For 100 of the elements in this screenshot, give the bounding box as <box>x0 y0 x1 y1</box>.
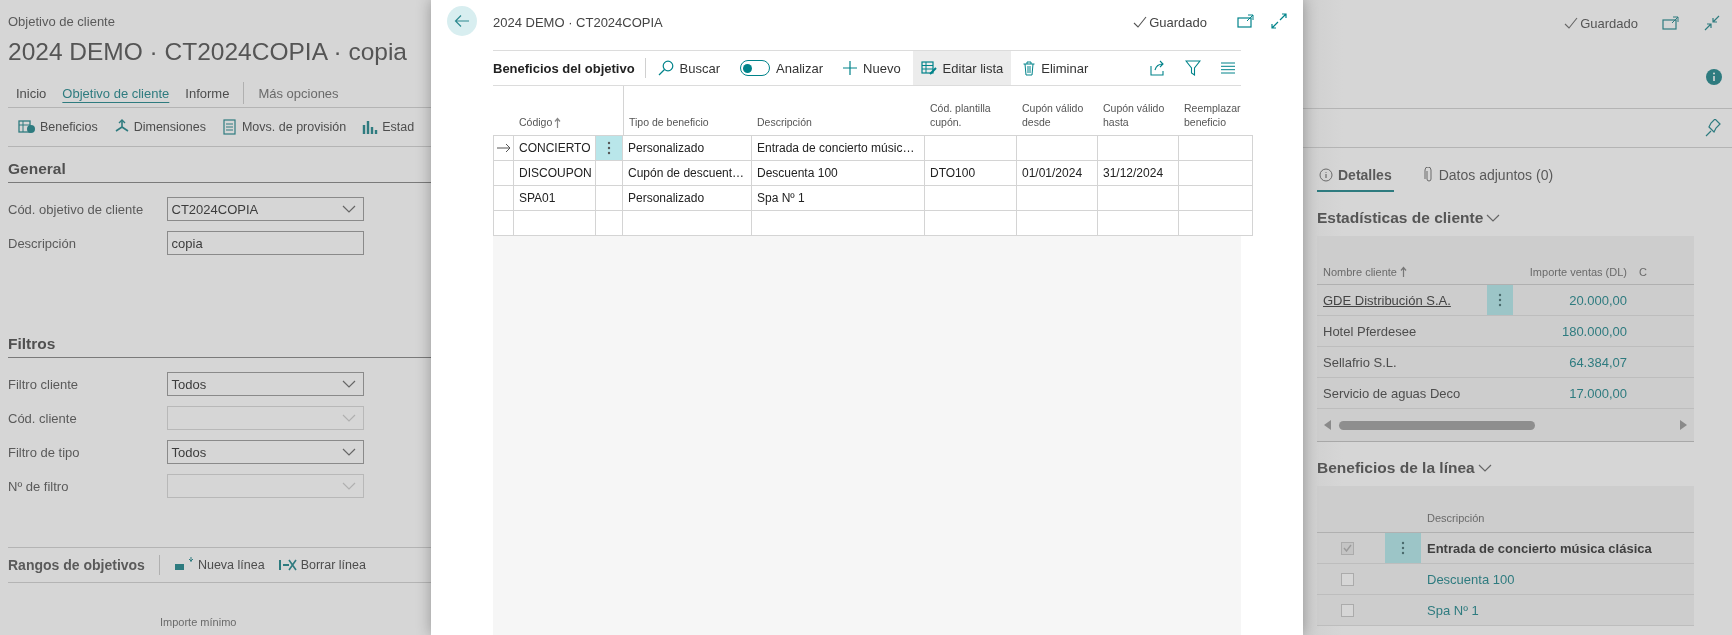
trash-icon <box>1023 60 1036 76</box>
pin-icon[interactable] <box>1704 119 1722 137</box>
table-cell[interactable]: 17.000,00 <box>1513 385 1633 401</box>
back-button[interactable] <box>447 6 477 36</box>
table-cell: Entrada de concierto músic… <box>752 136 925 161</box>
row-selector[interactable] <box>493 136 514 161</box>
action-button[interactable]: Dimensiones <box>113 119 206 135</box>
table-cell: Spa Nº 1 <box>752 186 925 211</box>
action-button[interactable]: Beneficios <box>18 120 98 134</box>
new-line-icon <box>173 557 194 573</box>
checkbox[interactable] <box>1340 572 1354 586</box>
dropdown-field[interactable]: CT2024COPIA <box>166 197 364 221</box>
row-menu-button[interactable] <box>1487 285 1513 315</box>
action-button[interactable]: Nuevo <box>835 51 909 85</box>
check-icon <box>1133 16 1148 28</box>
collapse-icon[interactable] <box>1704 15 1720 31</box>
breadcrumb: Objetivo de cliente <box>8 14 115 29</box>
expand-icon[interactable] <box>1271 13 1287 29</box>
dialog-title: 2024 DEMO · CT2024COPIA <box>493 14 664 30</box>
share-icon[interactable] <box>1149 60 1165 76</box>
action-button[interactable]: Movs. de provisión <box>221 119 347 135</box>
part-title: Beneficios del objetivo <box>493 58 646 78</box>
table-cell: DTO100 <box>925 161 1017 186</box>
row-menu-button[interactable] <box>596 136 623 161</box>
page-tab[interactable]: Informe <box>177 82 238 104</box>
table-cell[interactable]: Hotel Pferdesee <box>1317 323 1487 339</box>
column-header[interactable]: Descripción <box>757 115 812 129</box>
table-cell[interactable]: 20.000,00 <box>1513 292 1633 308</box>
more-options-button[interactable]: Más opciones <box>250 82 347 104</box>
search-icon <box>657 60 674 76</box>
action-button[interactable]: Editar lista <box>912 51 1012 85</box>
table-cell: Personalizado <box>623 136 752 161</box>
column-header[interactable]: Importe ventas (DL) <box>1529 266 1627 278</box>
table-cell: Cupón de descuent… <box>623 161 752 186</box>
open-in-new-window-icon[interactable] <box>1662 16 1680 30</box>
section-heading: Rangos de objetivos <box>8 557 145 573</box>
column-header[interactable]: Reemplazar beneficio <box>1184 101 1252 129</box>
table-cell <box>596 161 623 186</box>
column-header[interactable]: C <box>1639 266 1647 278</box>
row-selector[interactable] <box>493 186 514 211</box>
column-header[interactable]: Cód. plantilla cupón. <box>930 101 1016 129</box>
factbox-tab[interactable]: Detalles <box>1317 160 1394 192</box>
table-cell[interactable]: Spa Nº 1 <box>1421 602 1694 618</box>
open-in-new-window-icon[interactable] <box>1237 14 1255 28</box>
dropdown-field[interactable]: Todos <box>166 440 364 464</box>
action-button[interactable]: Borrar línea <box>278 557 366 573</box>
back-arrow-icon <box>454 14 470 28</box>
table-cell[interactable]: Descuenta 100 <box>1421 571 1694 587</box>
field-label: Descripción <box>8 235 77 251</box>
scroll-right-icon[interactable] <box>1680 420 1688 430</box>
page-title: 2024 DEMO · CT2024COPIA · copia <box>8 38 407 66</box>
column-header[interactable]: Descripción <box>1421 512 1694 532</box>
sort-arrow-icon <box>1400 266 1407 278</box>
scrollbar-thumb[interactable] <box>1339 420 1535 430</box>
column-header[interactable]: Tipo de beneficio <box>629 115 709 129</box>
sort-arrow-icon <box>554 117 562 129</box>
column-header[interactable]: Cupón válido desde <box>1022 101 1097 129</box>
table-cell[interactable]: Entrada de concierto música clásica <box>1421 540 1694 556</box>
info-circle-icon <box>1319 168 1333 182</box>
toggle-switch[interactable]: Analizar <box>732 51 832 85</box>
table-cell: Personalizado <box>623 186 752 211</box>
section-heading[interactable]: Beneficios de la línea <box>1317 456 1493 480</box>
list-icon[interactable] <box>1221 62 1235 74</box>
checkbox[interactable] <box>1340 541 1354 555</box>
factbox-tab[interactable]: Datos adjuntos (0) <box>1421 160 1556 192</box>
table-cell: Descuenta 100 <box>752 161 925 186</box>
column-header[interactable]: Código <box>519 115 553 129</box>
saved-status: Guardado <box>1133 14 1207 30</box>
dropdown-field[interactable]: Todos <box>166 372 364 396</box>
column-header[interactable]: Nombre cliente <box>1323 266 1397 278</box>
table-cell[interactable]: Servicio de aguas Deco <box>1317 385 1487 401</box>
more-icon <box>1497 292 1503 308</box>
table-cell[interactable]: Sellafrio S.L. <box>1317 354 1487 370</box>
field-label: Nº de filtro <box>8 478 70 494</box>
input-field[interactable]: copia <box>166 231 364 255</box>
action-button[interactable]: Estad <box>362 119 415 135</box>
section-heading[interactable]: Estadísticas de cliente <box>1317 206 1502 230</box>
document-lines-icon <box>221 119 238 135</box>
row-menu-button[interactable] <box>1385 533 1421 563</box>
field-label: Cód. cliente <box>8 410 78 426</box>
paperclip-icon <box>1423 167 1434 183</box>
action-button[interactable]: Eliminar <box>1015 51 1097 85</box>
action-button[interactable]: Buscar <box>649 51 729 85</box>
filter-icon[interactable] <box>1185 60 1201 76</box>
table-cell[interactable]: 180.000,00 <box>1513 323 1633 339</box>
table-cell[interactable]: GDE Distribución S.A. <box>1317 292 1487 308</box>
table-cell: 31/12/2024 <box>1098 161 1179 186</box>
checkbox[interactable] <box>1340 603 1354 617</box>
table-cell[interactable]: 64.384,07 <box>1513 354 1633 370</box>
bar-chart-icon <box>362 119 379 135</box>
action-button[interactable]: Nueva línea <box>173 557 265 573</box>
page-tab[interactable]: Inicio <box>8 82 55 104</box>
delete-line-icon <box>278 557 297 573</box>
info-icon[interactable] <box>1706 69 1722 85</box>
row-selector[interactable] <box>493 161 514 186</box>
table-cell: 01/01/2024 <box>1017 161 1098 186</box>
check-icon <box>1564 17 1579 29</box>
scroll-left-icon[interactable] <box>1323 420 1331 430</box>
page-tab[interactable]: Objetivo de cliente <box>54 82 178 104</box>
column-header[interactable]: Cupón válido hasta <box>1103 101 1178 129</box>
